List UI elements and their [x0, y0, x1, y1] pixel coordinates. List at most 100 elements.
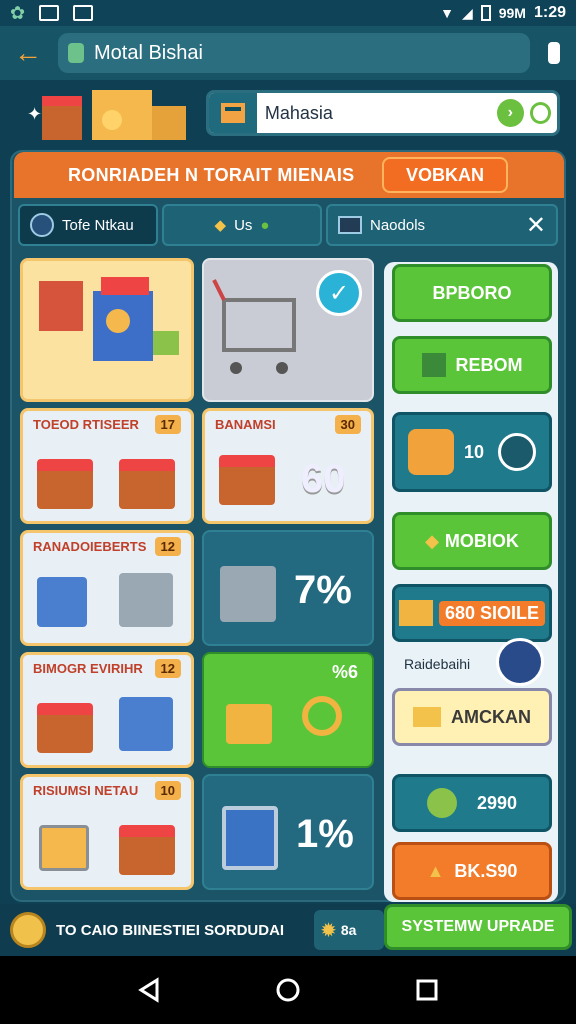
tab-naodols[interactable]: Naodols ✕	[326, 204, 558, 246]
card-badge: 30	[334, 414, 361, 434]
discount-tile[interactable]: 7%	[202, 530, 374, 646]
key-icon	[302, 696, 342, 736]
wifi-icon: ▼	[440, 5, 454, 21]
card-title: RANADOIEBERTS	[33, 538, 147, 554]
card-header: BANAMSI 30	[205, 411, 371, 437]
back-button[interactable]: ←	[10, 35, 46, 71]
app-notification-icon: ✿	[10, 2, 26, 23]
status-extra: 99M	[498, 5, 526, 21]
shop-card[interactable]: RISIUMSI NETAU 10	[20, 774, 194, 890]
card-header: RANADOIEBERTS 12	[23, 533, 191, 559]
person-icon: ●	[260, 216, 270, 234]
sioile-button[interactable]: 680 SIOILE	[392, 584, 552, 642]
back-arrow-icon: ←	[14, 37, 42, 68]
building-icon	[37, 577, 87, 627]
overflow-menu-button[interactable]	[542, 35, 566, 71]
shop-card[interactable]: RANADOIEBERTS 12	[20, 530, 194, 646]
svg-text:✦: ✦	[27, 104, 42, 124]
tablet-icon	[222, 806, 278, 870]
tab-store[interactable]: Tofe Ntkau	[18, 204, 158, 246]
circle-home-icon	[276, 978, 300, 1002]
gold-coin-icon	[10, 912, 46, 948]
discount-tile[interactable]: 1%	[202, 774, 374, 890]
check-icon[interactable]: ✓	[316, 270, 362, 316]
coin-value: 10	[463, 441, 485, 462]
search-input[interactable]	[256, 102, 497, 124]
nav-home-button[interactable]	[270, 972, 306, 1008]
square-recents-icon	[416, 979, 438, 1001]
monitor-icon	[338, 216, 362, 234]
arrow-up-icon: ▲	[426, 860, 445, 881]
save-notification-icon	[73, 5, 94, 21]
image-notification-icon	[39, 5, 60, 21]
button-label: 680 SIOILE	[438, 600, 546, 626]
button-label: BPBORO	[432, 282, 512, 303]
coin-icon	[426, 788, 457, 818]
bonus-tile[interactable]: %6	[202, 652, 374, 768]
bpboro-button[interactable]: BPBORO	[392, 264, 552, 322]
stall-icon	[37, 703, 93, 753]
nav-back-button[interactable]	[131, 972, 167, 1008]
store-shelf-icon	[220, 566, 276, 622]
system-nav-bar	[0, 956, 576, 1024]
shop-icon	[68, 43, 84, 63]
banner-title: RONRIADEH N TORAIT MIENAIS	[68, 164, 355, 185]
footer-bar: TO CAIO BIINESTIEI SORDUDAI ✹ 8a SYSTEMW…	[0, 904, 576, 956]
tab-bar: Tofe Ntkau ◆ Us ● Naodols ✕	[18, 204, 560, 248]
card-badge: 12	[154, 536, 181, 556]
gear-icon: ✹	[320, 919, 337, 942]
refresh-icon[interactable]	[529, 102, 551, 124]
bin-icon	[119, 697, 173, 751]
shop-panel: RONRIADEH N TORAIT MIENAIS VOBKAN Tofe N…	[10, 150, 566, 902]
discount-value: 7%	[294, 568, 352, 612]
button-label: MOBIOK	[444, 530, 519, 551]
price-value: 2990	[476, 792, 518, 813]
ticket-icon: ◆	[425, 530, 439, 551]
amckan-button[interactable]: AMCKAN	[392, 688, 552, 746]
search-go-button[interactable]: ›	[496, 99, 524, 127]
triangle-back-icon	[138, 977, 159, 1003]
button-label: AMCKAN	[451, 706, 531, 727]
rebom-button[interactable]: REBOM	[392, 336, 552, 394]
card-title: TOEOD RTISEER	[33, 416, 139, 432]
footer-shortcut[interactable]: ✹ 8a	[314, 910, 385, 950]
featured-card[interactable]	[20, 258, 194, 402]
hero-area: ✦ ›	[0, 80, 576, 150]
app-bar: ← Motal Bishai	[0, 26, 576, 80]
refresh-icon[interactable]	[498, 433, 537, 471]
app-title: Motal Bishai	[94, 41, 203, 64]
tab-label: Naodols	[370, 216, 426, 234]
coin-reward-button[interactable]: 10	[392, 412, 552, 492]
card-header: TOEOD RTISEER 17	[23, 411, 191, 437]
close-icon[interactable]: ✕	[526, 211, 546, 240]
cup-icon	[407, 429, 454, 475]
side-caption: Raidebaihi	[404, 656, 471, 672]
tab-us[interactable]: ◆ Us ●	[162, 204, 322, 246]
footer-mid-label: 8a	[340, 922, 357, 938]
banner-button[interactable]: VOBKAN	[382, 157, 508, 193]
search-box[interactable]: ›	[206, 90, 560, 136]
price-button[interactable]: 2990	[392, 774, 552, 832]
menu-icon	[548, 42, 560, 64]
no-ads-icon[interactable]	[496, 638, 544, 686]
stall-icon	[37, 459, 93, 509]
cart-card[interactable]: ✓	[202, 258, 374, 402]
stall-icon	[119, 825, 175, 875]
shop-card[interactable]: TOEOD RTISEER 17	[20, 408, 194, 524]
offer-card[interactable]: BANAMSI 30 60	[202, 408, 374, 524]
card-header: BIMOGR EVIRIHR 12	[23, 655, 191, 681]
nav-recents-button[interactable]	[409, 972, 445, 1008]
cta-button[interactable]: ▲ BK.S90	[392, 842, 552, 900]
shop-card[interactable]: BIMOGR EVIRIHR 12	[20, 652, 194, 768]
coin-icon: ◆	[214, 217, 227, 234]
cart-icon	[39, 825, 89, 871]
offer-value: 60	[301, 457, 346, 501]
title-pill[interactable]: Motal Bishai	[58, 33, 530, 73]
system-upgrade-button[interactable]: SYSTEMW UPRADE	[384, 904, 572, 950]
side-panel: BPBORO REBOM 10 ◆ MOBIOK 680 SIOILE Raid…	[384, 262, 558, 902]
button-label: REBOM	[455, 354, 523, 375]
card-header: RISIUMSI NETAU 10	[23, 777, 191, 803]
status-time: 1:29	[533, 4, 566, 21]
mobiok-button[interactable]: ◆ MOBIOK	[392, 512, 552, 570]
card-title: BANAMSI	[215, 416, 276, 432]
